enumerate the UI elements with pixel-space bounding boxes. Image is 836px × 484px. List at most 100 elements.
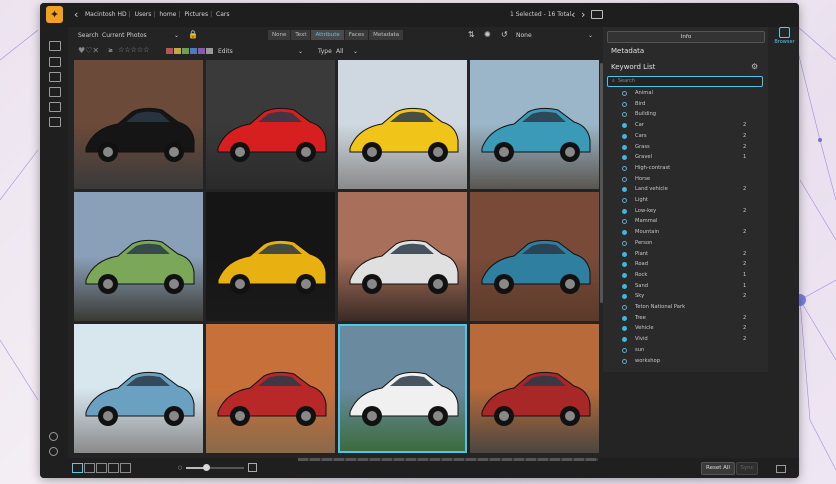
photo-thumbnail-yellow-porsche-911[interactable] — [206, 192, 335, 321]
chevron-down-icon[interactable]: ⌄ — [174, 32, 179, 39]
zoom-slider[interactable] — [186, 464, 244, 471]
keyword-checkbox[interactable] — [622, 262, 627, 268]
edits-dropdown[interactable]: Edits — [218, 48, 233, 55]
photo-thumbnail-red-porsche-gt3[interactable] — [206, 60, 335, 189]
keyword-search-input[interactable]: ⌕ Search — [607, 76, 763, 87]
keyword-item[interactable]: Sand 1 — [603, 281, 768, 292]
help-icon[interactable] — [49, 447, 58, 456]
keyword-checkbox[interactable] — [622, 187, 627, 193]
keyword-item[interactable]: Person — [603, 238, 768, 249]
rating-compare-icon[interactable]: ≥ — [108, 47, 113, 54]
prev-chevron-icon[interactable]: ‹ — [571, 8, 575, 21]
photo-thumbnail-red-subaru-forester[interactable] — [470, 324, 599, 453]
keyword-checkbox[interactable] — [622, 123, 627, 129]
keyword-checkbox[interactable] — [622, 91, 627, 96]
add-icon[interactable] — [49, 41, 61, 51]
keyword-checkbox[interactable] — [622, 230, 627, 236]
browser-tab[interactable]: Browser — [770, 27, 799, 67]
keyword-checkbox[interactable] — [622, 326, 627, 332]
keyword-item[interactable]: Car 2 — [603, 120, 768, 131]
camera-icon[interactable] — [49, 72, 61, 82]
keyword-checkbox[interactable] — [622, 208, 627, 214]
keyword-item[interactable]: Low-key 2 — [603, 206, 768, 217]
tab-faces[interactable]: Faces — [344, 30, 370, 40]
keyword-item[interactable]: Mammal — [603, 216, 768, 227]
gear-icon[interactable]: ⚙ — [751, 62, 758, 71]
keyword-item[interactable]: Tree 2 — [603, 313, 768, 324]
keyword-checkbox[interactable] — [622, 272, 627, 278]
keyword-item[interactable]: Mountain 2 — [603, 227, 768, 238]
adjust-icon[interactable]: ✺ — [484, 30, 491, 39]
photo-thumbnail-red-vintage-sedan[interactable] — [206, 324, 335, 453]
keyword-checkbox[interactable] — [622, 283, 627, 289]
lock-icon[interactable]: 🔒 — [188, 30, 198, 39]
keyword-checkbox[interactable] — [622, 176, 627, 182]
keyword-item[interactable]: Gravel 1 — [603, 152, 768, 163]
breadcrumb-item[interactable]: Cars — [216, 11, 229, 18]
keyword-checkbox[interactable] — [622, 165, 627, 171]
keyword-checkbox[interactable] — [622, 337, 627, 343]
photo-thumbnail-white-sportscar-sunset[interactable] — [338, 192, 467, 321]
breadcrumb-item[interactable]: Pictures — [184, 11, 208, 18]
tab-text[interactable]: Text — [291, 30, 312, 40]
filmstrip-view-icon[interactable] — [96, 463, 107, 473]
keyword-item[interactable]: Vehicle 2 — [603, 323, 768, 334]
tab-attribute[interactable]: Attribute — [311, 30, 345, 40]
monitor-icon[interactable] — [49, 57, 61, 67]
keyword-item[interactable]: Vivid 2 — [603, 334, 768, 345]
keyword-item[interactable]: Horse — [603, 174, 768, 185]
color-label-swatch[interactable] — [174, 48, 181, 54]
keyword-item[interactable]: Cars 2 — [603, 131, 768, 142]
keyword-item[interactable]: sun — [603, 345, 768, 356]
keyword-checkbox[interactable] — [622, 358, 627, 364]
photo-thumbnail-green-porsche-356[interactable] — [74, 192, 203, 321]
keyword-checkbox[interactable] — [622, 294, 627, 300]
keyword-checkbox[interactable] — [622, 155, 627, 161]
photo-thumbnail-white-porsche-mountains[interactable] — [338, 324, 467, 453]
keyword-checkbox[interactable] — [622, 112, 627, 118]
albums-icon[interactable] — [49, 117, 61, 127]
tab-metadata[interactable]: Metadata — [369, 30, 405, 40]
keyword-checkbox[interactable] — [622, 133, 627, 139]
keyword-checkbox[interactable] — [622, 315, 627, 321]
star-rating-filter[interactable]: ☆☆☆☆☆ — [118, 46, 149, 54]
keyword-checkbox[interactable] — [622, 305, 627, 310]
compare-view-icon[interactable] — [108, 463, 119, 473]
breadcrumb-item[interactable]: Users — [135, 11, 152, 18]
chevron-down-icon[interactable]: ⌄ — [298, 48, 303, 55]
keyword-checkbox[interactable] — [622, 144, 627, 150]
drive-icon[interactable] — [49, 102, 61, 112]
search-scope-dropdown[interactable]: Current Photos — [102, 32, 147, 39]
sort-icon[interactable]: ⇅ — [468, 30, 475, 39]
user-icon[interactable] — [49, 432, 58, 441]
type-dropdown[interactable]: All — [336, 48, 343, 55]
keyword-item[interactable]: Land vehicle 2 — [603, 184, 768, 195]
keyword-item[interactable]: Teton National Park — [603, 302, 768, 313]
color-label-swatch[interactable] — [182, 48, 189, 54]
panel-toggle-icon[interactable] — [776, 465, 786, 473]
sync-button[interactable]: Sync — [736, 462, 758, 475]
breadcrumb-item[interactable]: Macintosh HD — [85, 11, 127, 18]
keyword-item[interactable]: Plant 2 — [603, 249, 768, 260]
photo-thumbnail-blue-rx7[interactable] — [470, 60, 599, 189]
keyword-checkbox[interactable] — [622, 219, 627, 225]
sort-dropdown[interactable]: None — [516, 32, 532, 39]
list-view-icon[interactable] — [120, 463, 131, 473]
photo-thumbnail-black-porsche-classic[interactable] — [74, 60, 203, 189]
color-label-swatch[interactable] — [190, 48, 197, 54]
color-label-swatch[interactable] — [166, 48, 173, 54]
keyword-item[interactable]: Light — [603, 195, 768, 206]
keyword-item[interactable]: Sky 2 — [603, 291, 768, 302]
chevron-down-icon[interactable]: ⌄ — [588, 32, 593, 39]
color-label-swatch[interactable] — [206, 48, 213, 54]
keyword-item[interactable]: Building — [603, 109, 768, 120]
keyword-item[interactable]: Rock 1 — [603, 270, 768, 281]
photo-thumbnail-yellow-supra[interactable] — [338, 60, 467, 189]
folder-icon[interactable] — [49, 87, 61, 97]
zoom-slider-knob[interactable] — [203, 464, 211, 471]
keyword-item[interactable]: High-contrast — [603, 163, 768, 174]
chevron-down-icon[interactable]: ⌄ — [353, 48, 358, 55]
flag-icon[interactable]: ♥♡✕ — [78, 46, 99, 55]
back-chevron-icon[interactable]: ‹ — [74, 8, 78, 21]
folder-icon[interactable] — [591, 10, 603, 19]
